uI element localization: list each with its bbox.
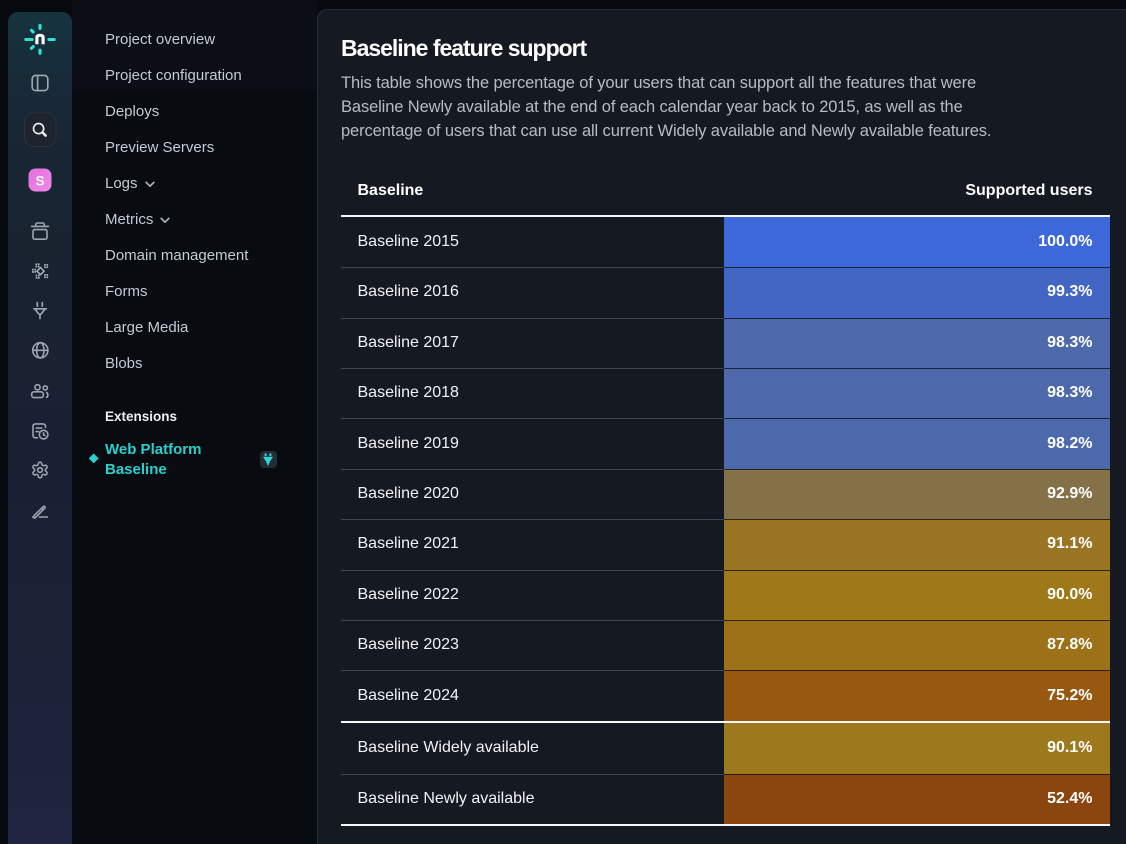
svg-text:S: S (35, 173, 44, 188)
